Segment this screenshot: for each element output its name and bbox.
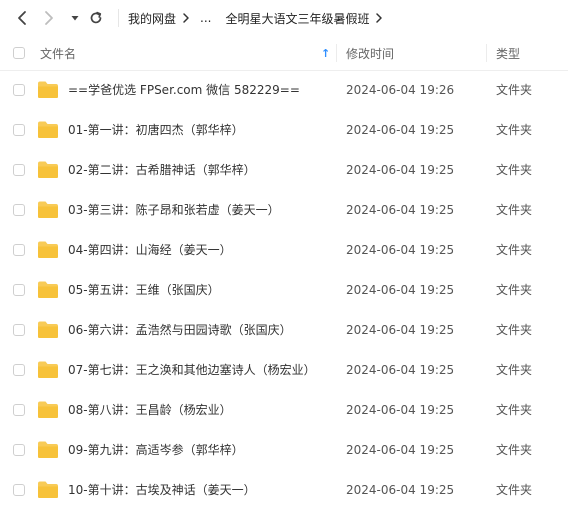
- file-name[interactable]: 05-第五讲：王维（张国庆）: [68, 270, 220, 310]
- chevron-right-icon: [45, 11, 53, 25]
- refresh-button[interactable]: [85, 7, 107, 29]
- file-name[interactable]: 01-第一讲：初唐四杰（郭华梓）: [68, 110, 244, 150]
- file-row[interactable]: 03-第三讲：陈子昂和张若虚（姜天一） 2024-06-04 19:25 文件夹: [0, 190, 568, 230]
- row-checkbox[interactable]: [13, 444, 25, 456]
- file-type: 文件夹: [496, 203, 533, 217]
- file-type: 文件夹: [496, 123, 533, 137]
- breadcrumb-chevron-icon: [375, 12, 383, 24]
- breadcrumb-chevron-icon: [182, 12, 190, 24]
- row-checkbox[interactable]: [13, 364, 25, 376]
- file-list-header: 文件名 ↑ 修改时间 类型: [0, 36, 568, 71]
- column-resize-handle[interactable]: [486, 44, 487, 62]
- file-row[interactable]: 05-第五讲：王维（张国庆） 2024-06-04 19:25 文件夹: [0, 270, 568, 310]
- row-checkbox[interactable]: [13, 484, 25, 496]
- file-name[interactable]: 10-第十讲：古埃及神话（姜天一）: [68, 470, 256, 510]
- file-row[interactable]: 08-第八讲：王昌龄（杨宏业） 2024-06-04 19:25 文件夹: [0, 390, 568, 430]
- file-name[interactable]: 02-第二讲：古希腊神话（郭华梓）: [68, 150, 256, 190]
- file-modified-time: 2024-06-04 19:25: [346, 243, 455, 257]
- back-button[interactable]: [11, 7, 33, 29]
- file-row[interactable]: 06-第六讲：孟浩然与田园诗歌（张国庆） 2024-06-04 19:25 文件夹: [0, 310, 568, 350]
- folder-icon: [38, 201, 58, 218]
- file-row[interactable]: 02-第二讲：古希腊神话（郭华梓） 2024-06-04 19:25 文件夹: [0, 150, 568, 190]
- file-modified-time: 2024-06-04 19:25: [346, 283, 455, 297]
- file-row[interactable]: 09-第九讲：高适岑参（郭华梓） 2024-06-04 19:25 文件夹: [0, 430, 568, 470]
- file-type: 文件夹: [496, 363, 533, 377]
- toolbar: 我的网盘 ... 全明星大语文三年级暑假班: [0, 0, 568, 36]
- file-modified-time: 2024-06-04 19:25: [346, 403, 455, 417]
- row-checkbox[interactable]: [13, 324, 25, 336]
- folder-icon: [38, 241, 58, 258]
- column-resize-handle[interactable]: [336, 44, 337, 62]
- file-name[interactable]: 03-第三讲：陈子昂和张若虚（姜天一）: [68, 190, 280, 230]
- file-modified-time: 2024-06-04 19:25: [346, 203, 455, 217]
- folder-icon: [38, 361, 58, 378]
- folder-icon: [38, 401, 58, 418]
- chevron-left-icon: [18, 11, 26, 25]
- file-modified-time: 2024-06-04 19:25: [346, 363, 455, 377]
- file-row[interactable]: 10-第十讲：古埃及神话（姜天一） 2024-06-04 19:25 文件夹: [0, 470, 568, 510]
- file-type: 文件夹: [496, 243, 533, 257]
- row-checkbox[interactable]: [13, 244, 25, 256]
- caret-down-icon: [71, 16, 79, 21]
- file-type: 文件夹: [496, 163, 533, 177]
- folder-icon: [38, 121, 58, 138]
- history-dropdown-button[interactable]: [64, 7, 86, 29]
- file-modified-time: 2024-06-04 19:25: [346, 443, 455, 457]
- folder-icon: [38, 481, 58, 498]
- file-row[interactable]: 04-第四讲：山海经（姜天一） 2024-06-04 19:25 文件夹: [0, 230, 568, 270]
- file-row[interactable]: ==学爸优选 FPSer.com 微信 582229== 2024-06-04 1…: [0, 70, 568, 110]
- file-row[interactable]: 01-第一讲：初唐四杰（郭华梓） 2024-06-04 19:25 文件夹: [0, 110, 568, 150]
- file-modified-time: 2024-06-04 19:25: [346, 163, 455, 177]
- file-name[interactable]: 06-第六讲：孟浩然与田园诗歌（张国庆）: [68, 310, 292, 350]
- column-header-type[interactable]: 类型: [496, 36, 520, 70]
- folder-icon: [38, 161, 58, 178]
- file-name[interactable]: 08-第八讲：王昌龄（杨宏业）: [68, 390, 232, 430]
- file-name[interactable]: 04-第四讲：山海经（姜天一）: [68, 230, 232, 270]
- file-name[interactable]: 07-第七讲：王之涣和其他边塞诗人（杨宏业）: [68, 350, 316, 390]
- breadcrumb-item-ellipsis[interactable]: ...: [200, 11, 211, 25]
- sort-ascending-icon[interactable]: ↑: [321, 36, 330, 70]
- file-name[interactable]: ==学爸优选 FPSer.com 微信 582229==: [68, 70, 300, 110]
- folder-icon: [38, 281, 58, 298]
- toolbar-divider: [118, 9, 119, 27]
- select-all-checkbox[interactable]: [13, 36, 25, 70]
- file-modified-time: 2024-06-04 19:25: [346, 483, 455, 497]
- column-header-name[interactable]: 文件名: [40, 36, 76, 70]
- row-checkbox[interactable]: [13, 404, 25, 416]
- file-modified-time: 2024-06-04 19:25: [346, 123, 455, 137]
- row-checkbox[interactable]: [13, 284, 25, 296]
- row-checkbox[interactable]: [13, 164, 25, 176]
- column-header-modified[interactable]: 修改时间: [346, 36, 394, 70]
- breadcrumb-item-current[interactable]: 全明星大语文三年级暑假班: [225, 10, 369, 27]
- row-checkbox[interactable]: [13, 124, 25, 136]
- file-type: 文件夹: [496, 83, 533, 97]
- file-type: 文件夹: [496, 283, 533, 297]
- file-row[interactable]: 07-第七讲：王之涣和其他边塞诗人（杨宏业） 2024-06-04 19:25 文件…: [0, 350, 568, 390]
- file-modified-time: 2024-06-04 19:26: [346, 83, 455, 97]
- refresh-icon: [90, 11, 102, 24]
- folder-icon: [38, 441, 58, 458]
- row-checkbox[interactable]: [13, 204, 25, 216]
- row-checkbox[interactable]: [13, 84, 25, 96]
- breadcrumb: 我的网盘 ... 全明星大语文三年级暑假班: [128, 0, 393, 36]
- forward-button[interactable]: [38, 7, 60, 29]
- file-type: 文件夹: [496, 323, 533, 337]
- folder-icon: [38, 81, 58, 98]
- file-modified-time: 2024-06-04 19:25: [346, 323, 455, 337]
- breadcrumb-item-root[interactable]: 我的网盘: [128, 10, 176, 27]
- file-type: 文件夹: [496, 403, 533, 417]
- file-type: 文件夹: [496, 443, 533, 457]
- file-type: 文件夹: [496, 483, 533, 497]
- folder-icon: [38, 321, 58, 338]
- file-name[interactable]: 09-第九讲：高适岑参（郭华梓）: [68, 430, 244, 470]
